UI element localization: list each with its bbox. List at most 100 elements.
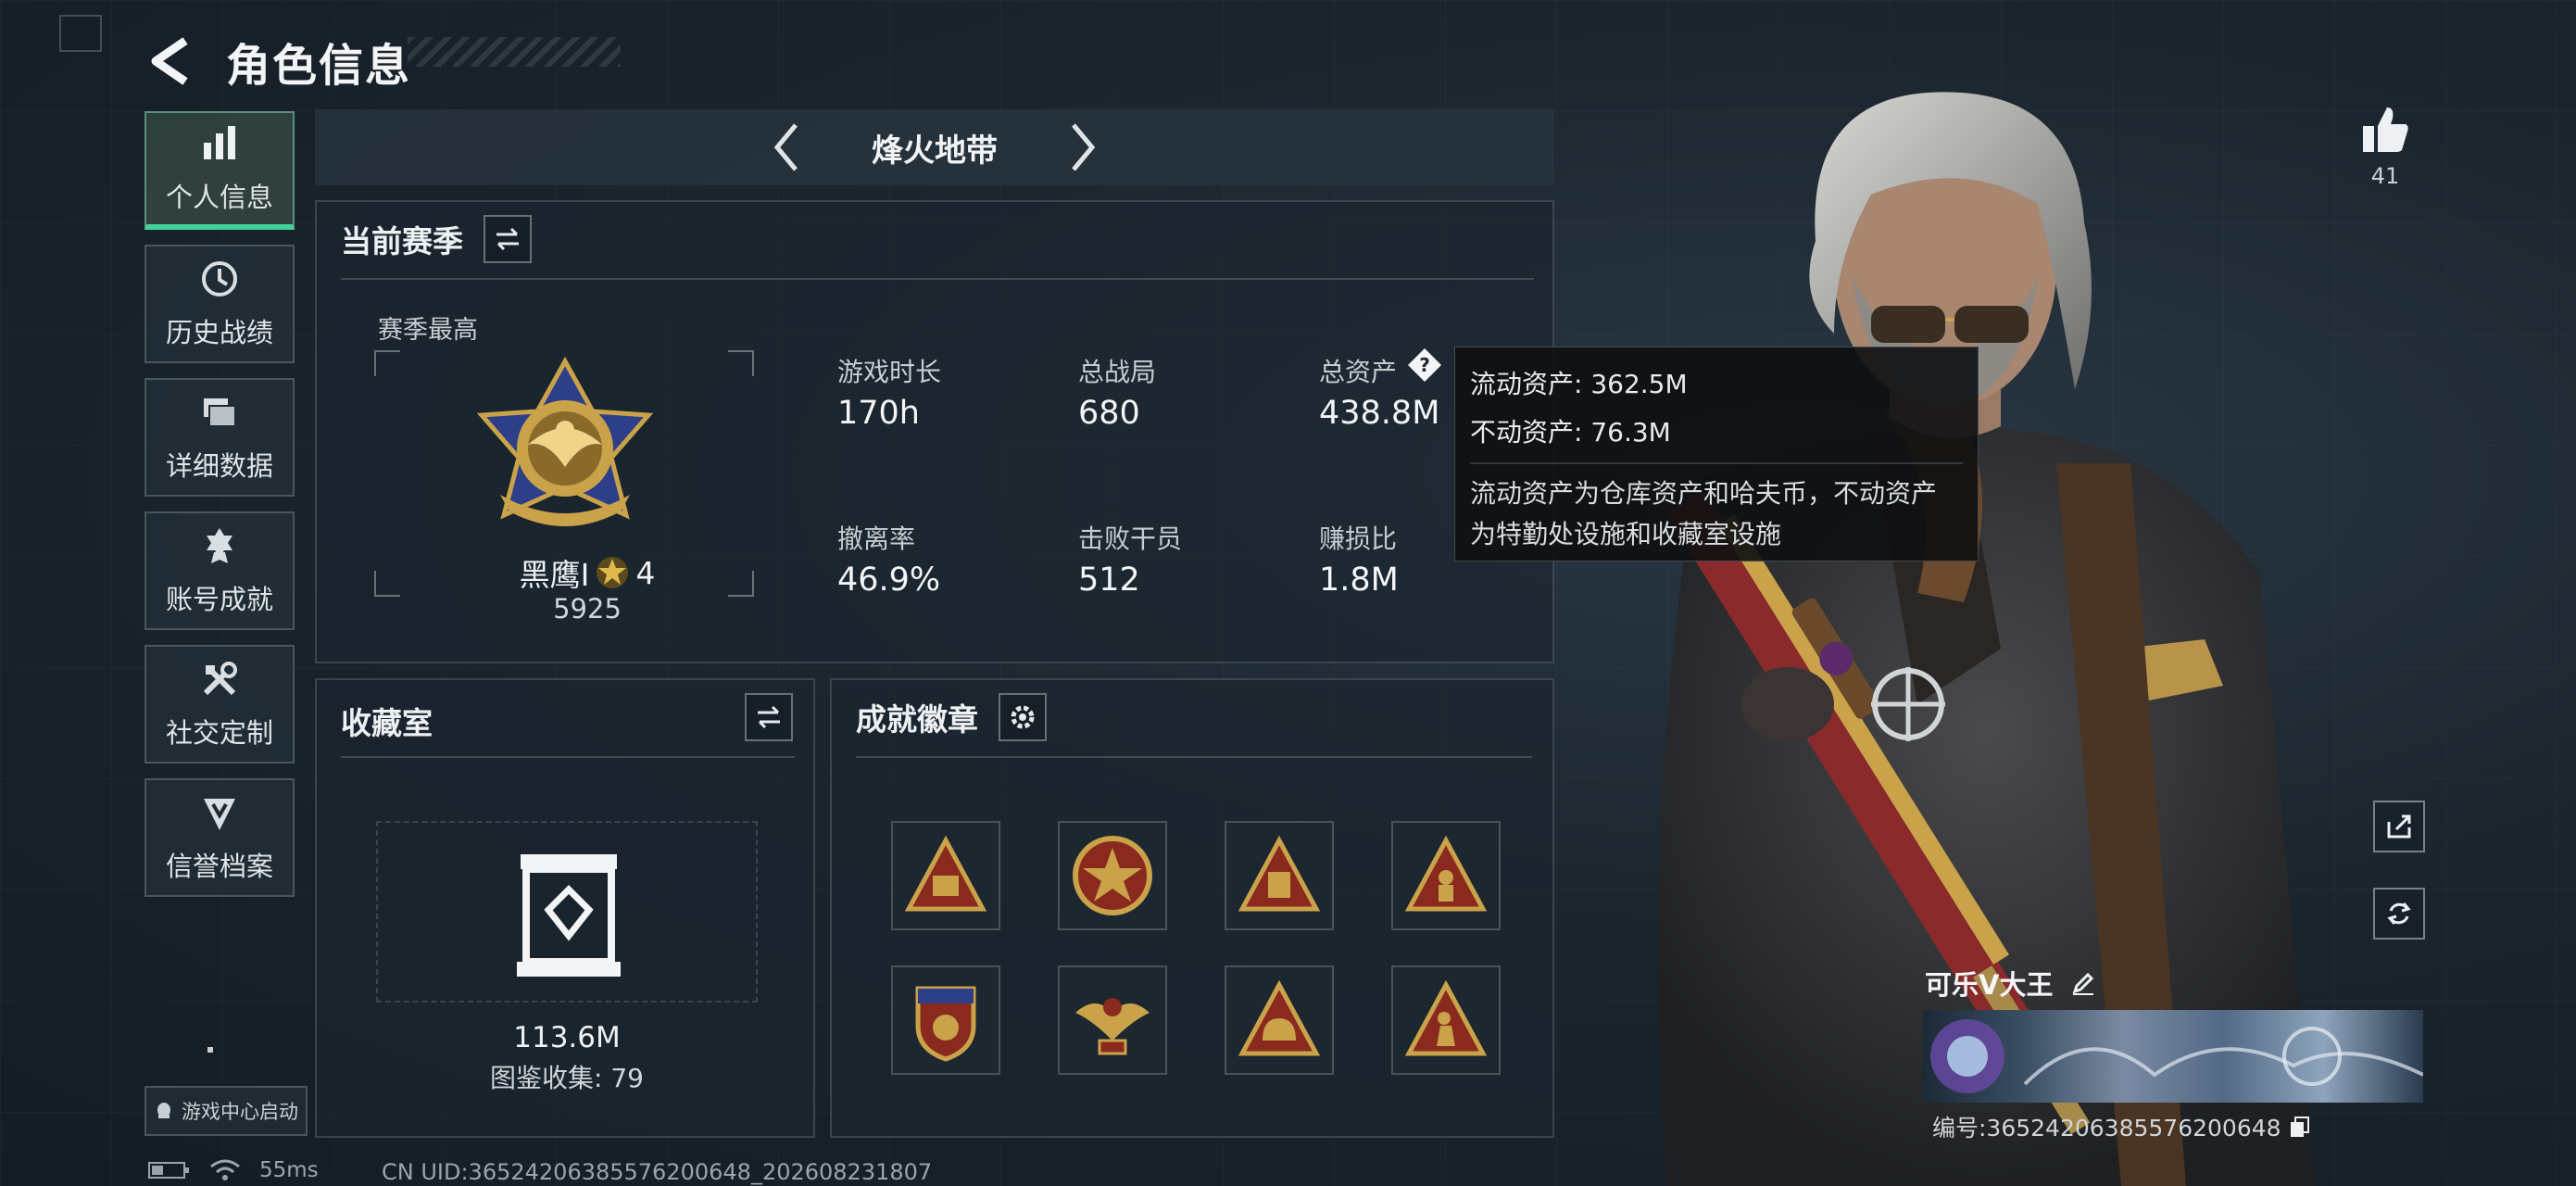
game-center-launch-button[interactable]: 游戏中心启动	[145, 1086, 308, 1136]
status-bar: 55ms	[148, 1158, 319, 1182]
sidebar-item-detailed-data[interactable]: 详细数据	[145, 378, 295, 497]
medal-icon	[207, 528, 232, 563]
collection-value: 113.6M	[513, 1021, 621, 1054]
player-name-card[interactable]	[1923, 1010, 2423, 1103]
collection-catalog: 图鉴收集: 79	[490, 1063, 644, 1093]
sidebar-item-social-customization[interactable]: 社交定制	[145, 645, 295, 763]
divider	[341, 278, 1534, 280]
tools-icon	[203, 662, 237, 696]
character-illustration	[1658, 92, 2316, 1186]
player-id: 编号:3652420638557620064​8	[1932, 1115, 2281, 1142]
stat-playtime-value: 170h	[837, 395, 920, 432]
swap-icon	[758, 705, 780, 729]
corner-decoration	[59, 15, 102, 52]
star-round-badge-icon	[1073, 836, 1152, 915]
badge-tile[interactable]	[1225, 965, 1334, 1075]
sidebar-item-account-achievements[interactable]: 账号成就	[145, 511, 295, 630]
back-arrow-icon[interactable]	[148, 33, 195, 89]
mode-title: 烽火地带	[872, 132, 998, 170]
sidebar-item-personal-info[interactable]: 个人信息	[145, 111, 295, 230]
rank-stars: 4	[635, 554, 656, 591]
copy-icon[interactable]	[2287, 1115, 2311, 1139]
sidebar-item-label: 社交定制	[165, 717, 273, 749]
player-id-row: 编号:3652420638557620064​8	[1932, 1110, 2311, 1143]
tooltip-description-line1: 流动资产为仓库资产和哈夫币，不动资产	[1470, 478, 1938, 509]
season-best-label: 赛季最高	[378, 316, 478, 345]
shield-icon	[204, 799, 235, 830]
sidebar-item-label: 账号成就	[165, 584, 273, 615]
ping-value: 55ms	[259, 1158, 319, 1182]
collection-switch-button[interactable]	[745, 693, 793, 741]
player-name-row: 可乐V大王	[1925, 964, 2097, 1003]
mode-next-button[interactable]	[1050, 115, 1115, 180]
rank-name: 黑鹰I	[519, 557, 590, 593]
black-hawk-rank-emblem-icon	[476, 356, 654, 526]
badge-tile[interactable]	[1391, 821, 1501, 930]
game-center-label: 游戏中心启动	[182, 1101, 298, 1123]
sidebar-item-label: 信誉档案	[165, 851, 273, 882]
player-name: 可乐V大王	[1925, 969, 2054, 1001]
stat-extraction-rate-label: 撤离率	[837, 524, 916, 554]
share-button[interactable]	[2373, 801, 2425, 852]
sidebar-item-label: 个人信息	[165, 182, 273, 213]
penguin-icon	[157, 1103, 170, 1118]
gear-icon	[1011, 705, 1035, 729]
bar-chart-icon	[204, 126, 235, 159]
season-title: 当前赛季	[341, 223, 463, 259]
edit-pencil-icon[interactable]	[2069, 969, 2097, 997]
badge-tile[interactable]	[1225, 821, 1334, 930]
chevron-left-icon	[773, 123, 798, 171]
help-icon[interactable]: ?	[1406, 347, 1443, 384]
mode-prev-button[interactable]	[754, 115, 819, 180]
mode-selector: 烽火地带	[315, 109, 1554, 185]
triangle-crate-badge-icon	[1238, 835, 1321, 912]
stat-extraction-rate-value: 46.9%	[837, 561, 941, 599]
refresh-button[interactable]	[2373, 888, 2425, 940]
tooltip-divider	[1470, 462, 1963, 464]
badge-tile[interactable]	[1058, 821, 1167, 930]
season-switch-button[interactable]	[484, 215, 532, 263]
sidebar-item-label: 历史战绩	[165, 317, 273, 348]
chevron-right-icon	[1072, 123, 1096, 171]
triangle-figure-badge-icon	[1404, 835, 1488, 912]
shield-stars-badge-icon	[915, 986, 976, 1062]
season-header: 当前赛季	[341, 215, 532, 263]
sidebar-item-history[interactable]: 历史战绩	[145, 245, 295, 363]
stat-total-assets-value: 438.8M	[1319, 395, 1440, 432]
like-button[interactable]: 41	[2353, 102, 2418, 189]
folder-icon	[204, 398, 236, 427]
thumbs-up-icon	[2363, 107, 2408, 152]
triangle-soldier-badge-icon	[1404, 979, 1488, 1056]
sidebar-item-label: 详细数据	[165, 450, 273, 482]
badge-tile[interactable]	[1058, 965, 1167, 1075]
divider	[341, 756, 795, 758]
divider	[856, 756, 1532, 758]
tooltip-description-line2: 为特勤处设施和收藏室设施	[1470, 519, 1782, 549]
header: 角色信息	[148, 24, 411, 98]
stat-playtime-label: 游戏时长	[837, 357, 942, 387]
battery-icon	[148, 1162, 189, 1179]
clock-icon	[202, 261, 237, 296]
collection-title: 收藏室	[341, 705, 433, 741]
uid-text: CN UID:36524206385576200648_202608231807	[382, 1159, 933, 1185]
badge-tile[interactable]	[891, 821, 1000, 930]
triangle-sb-badge-icon	[904, 835, 987, 912]
dot-decoration	[207, 1047, 213, 1053]
refresh-icon	[2387, 902, 2411, 925]
star-icon	[597, 557, 629, 588]
eagle-wings-badge-icon	[1075, 998, 1150, 1055]
badges-header: 成就徽章	[856, 693, 1047, 741]
stat-profit-ratio-label: 赚损比	[1319, 524, 1398, 554]
tooltip-liquid-assets: 流动资产: 362.5M	[1470, 369, 1688, 399]
collection-room-panel: 收藏室 113.6M 图鉴收集: 79	[315, 678, 815, 1138]
total-assets-tooltip: 流动资产: 362.5M 不动资产: 76.3M 流动资产为仓库资产和哈夫币，不…	[1454, 347, 1979, 561]
badges-settings-button[interactable]	[999, 693, 1047, 741]
achievement-badges-panel: 成就徽章	[830, 678, 1554, 1138]
svg-text:?: ?	[1419, 354, 1430, 376]
badge-tile[interactable]	[891, 965, 1000, 1075]
share-icon	[2387, 814, 2411, 839]
stat-total-matches-value: 680	[1078, 395, 1140, 432]
sidebar-item-credit-profile[interactable]: 信誉档案	[145, 778, 295, 897]
stat-kills-label: 击败干员	[1078, 524, 1183, 554]
badge-tile[interactable]	[1391, 965, 1501, 1075]
